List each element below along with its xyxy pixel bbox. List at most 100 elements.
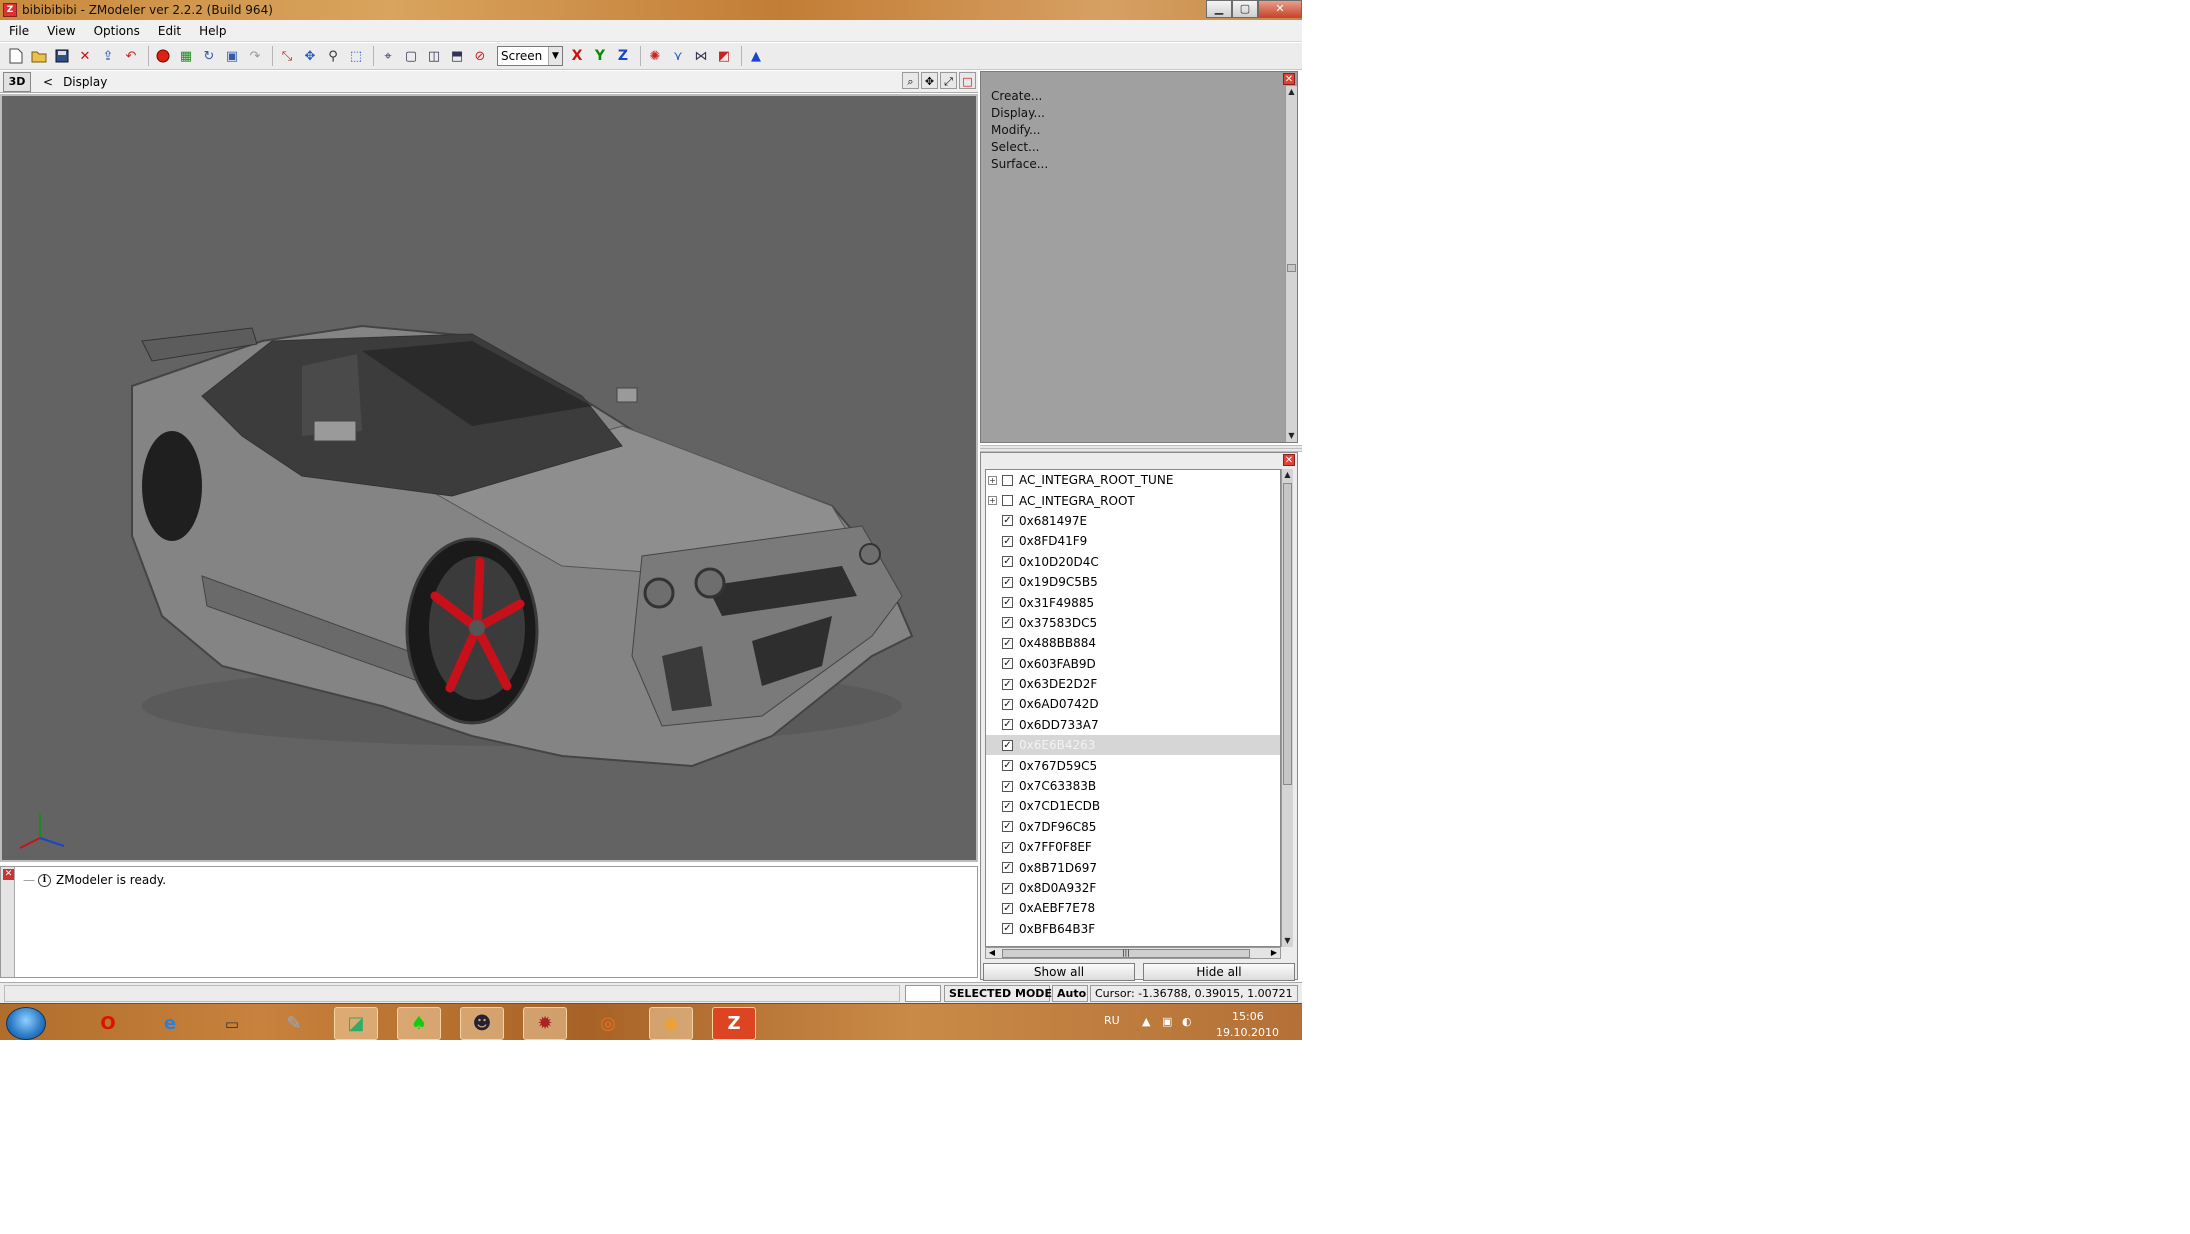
select-icon[interactable]: ⤡ (277, 46, 297, 66)
light-icon[interactable]: ▲ (746, 46, 766, 66)
coord-system-select[interactable]: Screen ▼ (497, 46, 563, 66)
export-icon[interactable]: ▦ (176, 46, 196, 66)
scroll-thumb[interactable]: ||| (1002, 949, 1250, 958)
surface-icon[interactable]: ◩ (714, 46, 734, 66)
camera-icon[interactable]: ⌖ (378, 46, 398, 66)
tree-row[interactable]: ✓ 0x6DD733A7 (986, 715, 1280, 735)
help-icon[interactable]: ▣ (222, 46, 242, 66)
visibility-checkbox[interactable]: ✓ (1002, 515, 1013, 527)
panel-splitter[interactable] (980, 445, 1302, 452)
scroll-thumb[interactable] (1287, 264, 1296, 272)
visibility-checkbox[interactable]: ✓ (1002, 841, 1013, 853)
tree-row[interactable]: ✓ 0xAEBF7E78 (986, 898, 1280, 918)
scroll-right-icon[interactable]: ▶ (1268, 948, 1280, 958)
visibility-checkbox[interactable]: ✓ (1002, 556, 1013, 568)
visibility-checkbox[interactable]: ✓ (1002, 617, 1013, 629)
opera-icon[interactable]: O (86, 1007, 130, 1040)
snap-icon[interactable]: ✺ (645, 46, 665, 66)
visibility-checkbox[interactable]: ✓ (1002, 800, 1013, 812)
scroll-down-icon[interactable]: ▼ (1286, 430, 1297, 442)
tree-row[interactable]: ✓ 0x8FD41F9 (986, 531, 1280, 551)
visibility-checkbox[interactable]: ✓ (1002, 678, 1013, 690)
command-panel-scrollbar[interactable]: ▲ ▼ (1285, 86, 1297, 442)
visibility-checkbox[interactable]: ✓ (1002, 882, 1013, 894)
box-icon[interactable]: ◫ (424, 46, 444, 66)
menu-file[interactable]: File (0, 24, 38, 38)
expand-icon[interactable]: + (988, 475, 997, 485)
hide-all-button[interactable]: Hide all (1143, 963, 1295, 981)
menu-options[interactable]: Options (85, 24, 149, 38)
delete-icon[interactable]: ✕ (75, 46, 95, 66)
viewport-mode-button[interactable]: 3D (3, 71, 31, 92)
save-icon[interactable] (52, 46, 72, 66)
start-button[interactable] (6, 1007, 46, 1040)
axis-x-button[interactable]: X (567, 46, 587, 66)
zoom-icon[interactable]: ▢ (401, 46, 421, 66)
ie-icon[interactable]: e (148, 1007, 192, 1040)
hierarchy-scrollbar[interactable]: ▲ ▼ (1281, 469, 1293, 947)
menu-edit[interactable]: Edit (149, 24, 190, 38)
import-icon[interactable]: ⇪ (98, 46, 118, 66)
rotate-icon[interactable]: ⚲ (323, 46, 343, 66)
command-select[interactable]: Select... (991, 139, 1048, 156)
tree-row[interactable]: ✓ 0x7FF0F8EF (986, 837, 1280, 857)
vertex-icon[interactable]: ⋎ (668, 46, 688, 66)
record-icon[interactable] (153, 46, 173, 66)
visibility-checkbox[interactable]: ✓ (1002, 658, 1013, 670)
tree-row[interactable]: ✓ 0x19D9C5B5 (986, 572, 1280, 592)
axis-z-button[interactable]: Z (613, 46, 633, 66)
tree-row[interactable]: ✓ 0x681497E (986, 511, 1280, 531)
command-modify[interactable]: Modify... (991, 122, 1048, 139)
3d-viewport[interactable] (0, 94, 978, 862)
expand-icon[interactable]: + (988, 496, 997, 506)
tree-row[interactable]: ✓ 0x8D0A932F (986, 878, 1280, 898)
tree-row[interactable]: ✓ 0x7DF96C85 (986, 817, 1280, 837)
paint-icon[interactable]: ✎ (272, 1007, 316, 1040)
mirror-icon[interactable]: ⊘ (470, 46, 490, 66)
tree-row[interactable]: + AC_INTEGRA_ROOT (986, 490, 1280, 510)
visibility-checkbox[interactable]: ✓ (1002, 862, 1013, 874)
tree-row[interactable]: ✓ 0x7C63383B (986, 776, 1280, 796)
clock-date[interactable]: 19.10.2010 (1216, 1026, 1279, 1039)
tree-row[interactable]: ✓ 0x63DE2D2F (986, 674, 1280, 694)
tree-row[interactable]: ✓ 0x7CD1ECDB (986, 796, 1280, 816)
explosion-icon[interactable]: ✹ (523, 1007, 567, 1040)
scroll-left-icon[interactable]: ◀ (986, 948, 998, 958)
tree-row[interactable]: ✓ 0x767D59C5 (986, 755, 1280, 775)
new-icon[interactable] (6, 46, 26, 66)
edge-icon[interactable]: ⋈ (691, 46, 711, 66)
tree-row[interactable]: ✓ 0xBFB64B3F (986, 919, 1280, 939)
scroll-up-icon[interactable]: ▲ (1286, 86, 1297, 98)
move-icon[interactable]: ✥ (300, 46, 320, 66)
visibility-checkbox[interactable] (1002, 495, 1013, 507)
clock-time[interactable]: 15:06 (1232, 1010, 1264, 1023)
media-icon[interactable]: ◪ (334, 1007, 378, 1040)
close-button[interactable]: ✕ (1258, 0, 1302, 18)
title-bar[interactable]: Z bibibibibi - ZModeler ver 2.2.2 (Build… (0, 0, 1302, 20)
visibility-checkbox[interactable]: ✓ (1002, 637, 1013, 649)
visibility-checkbox[interactable]: ✓ (1002, 597, 1013, 609)
visibility-checkbox[interactable]: ✓ (1002, 902, 1013, 914)
scroll-thumb[interactable] (1283, 483, 1292, 785)
command-create[interactable]: Create... (991, 88, 1048, 105)
chevron-down-icon[interactable]: ▼ (548, 47, 562, 65)
tree-row[interactable]: ✓ 0x603FAB9D (986, 654, 1280, 674)
scroll-down-icon[interactable]: ▼ (1282, 935, 1293, 947)
tree-row[interactable]: ✓ 0x31F49885 (986, 592, 1280, 612)
menu-help[interactable]: Help (190, 24, 235, 38)
visibility-checkbox[interactable]: ✓ (1002, 535, 1013, 547)
maximize-button[interactable]: ▢ (1232, 0, 1258, 18)
tree-row[interactable]: ✓ 0x37583DC5 (986, 613, 1280, 633)
minimize-button[interactable]: ▁ (1206, 0, 1232, 18)
hierarchy-hscrollbar[interactable]: ◀ ||| ▶ (985, 947, 1281, 959)
visibility-checkbox[interactable]: ✓ (1002, 821, 1013, 833)
zmodeler-app-icon[interactable]: Z (3, 3, 17, 17)
visibility-checkbox[interactable]: ✓ (1002, 719, 1013, 731)
viewport-display-label[interactable]: Display (63, 75, 107, 89)
zoom-icon[interactable]: ⌕ (902, 72, 919, 89)
spiral-icon[interactable]: ◎ (586, 1007, 630, 1040)
command-display[interactable]: Display... (991, 105, 1048, 122)
visibility-checkbox[interactable] (1002, 474, 1013, 486)
chevron-up-icon[interactable]: ▲ (1142, 1015, 1150, 1028)
visibility-checkbox[interactable]: ✓ (1002, 698, 1013, 710)
